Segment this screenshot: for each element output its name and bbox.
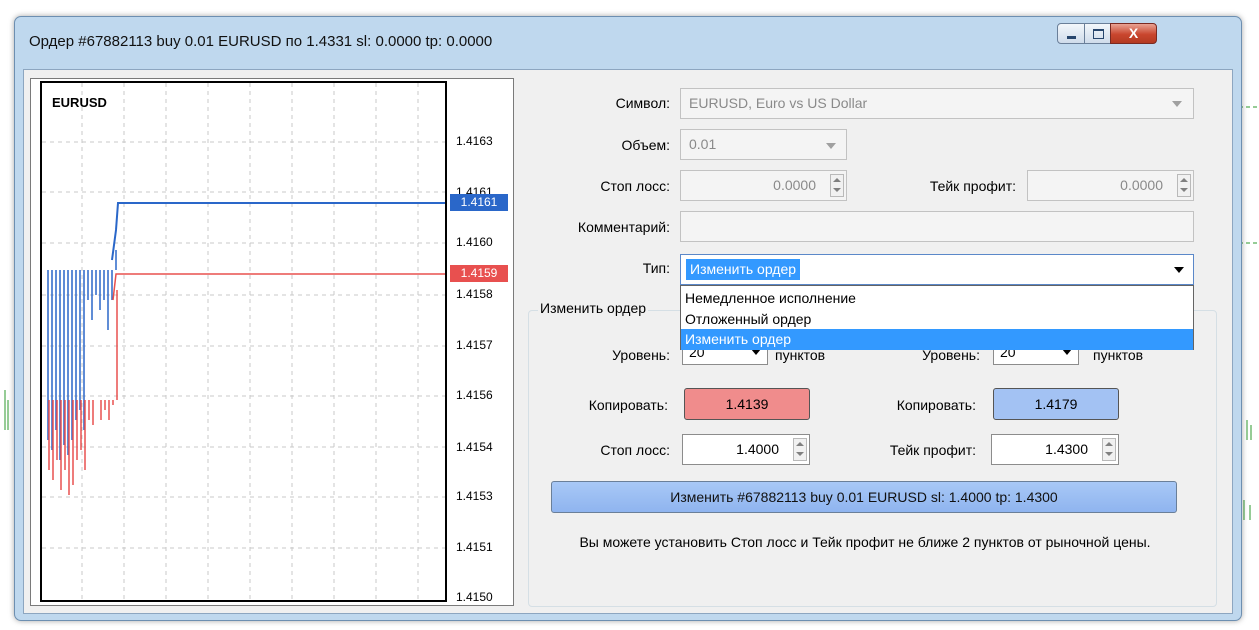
new-stop-loss-value: 1.4000 <box>736 441 779 457</box>
new-stop-loss-label: Стоп лосс: <box>600 442 670 458</box>
y-tick-label: 1.4163 <box>456 134 493 148</box>
modify-order-button[interactable]: Изменить #67882113 buy 0.01 EURUSD sl: 1… <box>551 481 1177 513</box>
y-tick-label: 1.4154 <box>456 440 493 454</box>
order-type-value: Изменить ордер <box>686 259 801 280</box>
chevron-down-icon <box>1174 267 1184 273</box>
y-tick-label: 1.4151 <box>456 540 493 554</box>
copy-right-label: Копировать: <box>896 397 976 413</box>
new-take-profit-value: 1.4300 <box>1045 441 1088 457</box>
modify-group-title: Изменить ордер <box>538 300 649 316</box>
chevron-down-icon <box>826 143 836 149</box>
order-type-dropdown: Немедленное исполнение Отложенный ордер … <box>680 285 1194 350</box>
bid-price-tag: 1.4159 <box>450 265 508 282</box>
volume-value: 0.01 <box>689 136 717 152</box>
new-take-profit-label: Тейк профит: <box>889 442 976 458</box>
stop-loss-input[interactable]: 0.0000 <box>680 170 847 201</box>
stop-loss-label: Стоп лосс: <box>600 178 670 194</box>
symbol-label: Символ: <box>615 95 670 111</box>
comment-input[interactable] <box>680 211 1194 242</box>
chart-symbol-label: EURUSD <box>52 95 107 110</box>
y-tick-label: 1.4156 <box>456 388 493 402</box>
dropdown-option-pending[interactable]: Отложенный ордер <box>681 309 1193 330</box>
dropdown-option-modify[interactable]: Изменить ордер <box>681 329 1193 350</box>
y-tick-label: 1.4160 <box>456 235 493 249</box>
volume-combo[interactable]: 0.01 <box>680 129 847 160</box>
y-tick-label: 1.4150 <box>456 590 493 604</box>
ask-price-tag: 1.4161 <box>450 194 508 211</box>
spinner-icon[interactable] <box>793 438 807 461</box>
spinner-icon[interactable] <box>830 174 844 197</box>
symbol-value: EURUSD, Euro vs US Dollar <box>689 95 868 111</box>
copy-stop-loss-button[interactable]: 1.4139 <box>684 388 810 420</box>
copy-left-label: Копировать: <box>588 397 668 413</box>
level-left-label: Уровень: <box>612 347 670 363</box>
symbol-select[interactable]: EURUSD, Euro vs US Dollar <box>680 88 1194 119</box>
copy-take-profit-button[interactable]: 1.4179 <box>993 388 1119 420</box>
take-profit-value: 0.0000 <box>1120 177 1163 193</box>
order-type-select[interactable]: Изменить ордер <box>680 254 1194 285</box>
comment-label: Комментарий: <box>577 219 670 235</box>
y-tick-label: 1.4157 <box>456 338 493 352</box>
volume-label: Объем: <box>621 137 671 153</box>
new-stop-loss-input[interactable]: 1.4000 <box>682 434 810 465</box>
spinner-icon[interactable] <box>1102 438 1116 461</box>
y-tick-label: 1.4158 <box>456 287 493 301</box>
stop-level-note: Вы можете установить Стоп лосс и Тейк пр… <box>579 534 1151 550</box>
chevron-down-icon <box>1172 101 1182 107</box>
dropdown-option-instant[interactable]: Немедленное исполнение <box>681 288 1193 309</box>
new-take-profit-input[interactable]: 1.4300 <box>991 434 1119 465</box>
take-profit-input[interactable]: 0.0000 <box>1027 170 1194 201</box>
spinner-icon[interactable] <box>1177 174 1191 197</box>
chart-plot-frame <box>40 81 447 602</box>
stop-loss-value: 0.0000 <box>773 177 816 193</box>
y-tick-label: 1.4153 <box>456 489 493 503</box>
type-label: Тип: <box>642 260 670 276</box>
take-profit-label: Тейк профит: <box>929 178 1016 194</box>
